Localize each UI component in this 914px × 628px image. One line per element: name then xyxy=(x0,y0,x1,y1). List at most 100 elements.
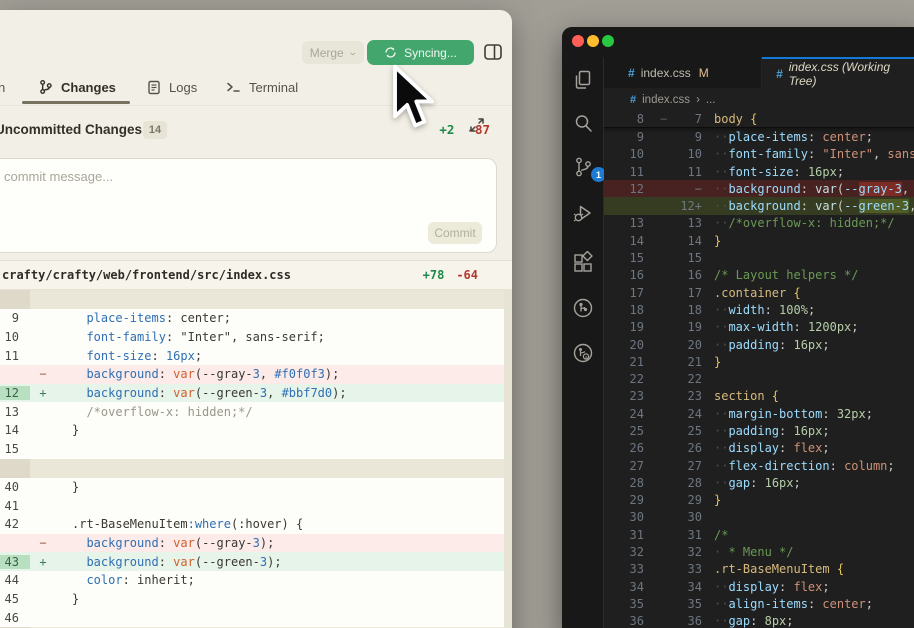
commit-message-input[interactable] xyxy=(0,159,496,219)
tab-partial-left[interactable]: n xyxy=(0,68,5,106)
editor-line[interactable]: 19 19 ··max-width: 1200px; xyxy=(604,319,914,336)
diff-file-header[interactable]: crafty/crafty/web/frontend/src/index.css… xyxy=(0,260,512,290)
code-text: background: var(--green-3); xyxy=(56,555,504,569)
diff-line-removed[interactable]: − background: var(--gray-3); xyxy=(0,533,504,553)
diff-line[interactable]: 15 xyxy=(0,440,504,459)
editor-line[interactable]: 25 25 ··padding: 16px; xyxy=(604,422,914,439)
editor-line[interactable]: 34 34 ··display: flex; xyxy=(604,578,914,595)
breadcrumb-file[interactable]: index.css xyxy=(642,94,690,106)
diff-line[interactable]: 14} xyxy=(0,421,504,440)
breadcrumb[interactable]: # index.css › ... xyxy=(604,88,914,111)
extensions-icon[interactable] xyxy=(571,251,595,275)
code-token: : xyxy=(779,441,794,456)
diff-line[interactable]: 45} xyxy=(0,590,504,609)
minimize-window-button[interactable] xyxy=(587,35,599,47)
panel-toggle-icon[interactable] xyxy=(483,42,503,62)
editor-line-removed[interactable]: 12 −··background: var(--gray-3, #f0f0f3); xyxy=(604,180,914,198)
diff-line[interactable]: 42 .rt-BaseMenuItem:where(:hover) { xyxy=(0,515,504,534)
editor-line[interactable]: 11 11 ··font-size: 16px; xyxy=(604,163,914,180)
run-debug-icon[interactable] xyxy=(571,201,595,225)
explorer-icon[interactable] xyxy=(571,68,595,92)
editor-line[interactable]: 31 31 /* xyxy=(604,526,914,543)
tab-logs[interactable]: Logs xyxy=(147,68,197,106)
code-text: .container { xyxy=(702,286,914,300)
code-token: ·· xyxy=(714,596,729,611)
code-token: : xyxy=(793,164,808,179)
editor-line[interactable]: 30 30 xyxy=(604,509,914,526)
editor-line[interactable]: 28 28 ··gap: 16px; xyxy=(604,474,914,491)
changes-count-badge: 14 xyxy=(143,121,167,139)
tab-terminal[interactable]: Terminal xyxy=(226,68,298,106)
code-token: : xyxy=(807,147,823,162)
editor-line[interactable]: 13 13 ··/*overflow-x: hidden;*/ xyxy=(604,215,914,232)
editor-line[interactable]: 27 27 ··flex-direction: column; xyxy=(604,457,914,474)
editor-line[interactable]: 32 32 · * Menu */ xyxy=(604,543,914,560)
editor-line[interactable]: 20 20 ··padding: 16px; xyxy=(604,336,914,353)
editor-line[interactable]: 18 18 ··width: 100%; xyxy=(604,301,914,318)
diff-line[interactable]: 46 xyxy=(0,608,504,627)
diff-line[interactable]: 13 /*overflow-x: hidden;*/ xyxy=(0,402,504,421)
editor-line[interactable]: 14 14} xyxy=(604,232,914,249)
diff-line[interactable]: 44 color: inherit; xyxy=(0,571,504,590)
original-line-number: 35 xyxy=(629,596,644,611)
tab-index-css-working-tree[interactable]: # index.css (Working Tree) xyxy=(762,57,914,88)
code-token: (:hover) { xyxy=(230,517,304,532)
diff-line[interactable]: 41 xyxy=(0,496,504,515)
editor-line[interactable]: 29 29} xyxy=(604,492,914,509)
diff-scrollbar-gutter[interactable] xyxy=(504,290,512,628)
editor-line[interactable]: 1010··font-family: "Inter", sans-serif; xyxy=(604,146,914,163)
editor-line[interactable]: 35 35 ··align-items: center; xyxy=(604,595,914,612)
code-token: ); xyxy=(332,386,347,401)
sticky-scroll-line[interactable]: 8−7 body { xyxy=(604,111,914,129)
original-line-number: 29 xyxy=(629,493,644,508)
editor-line-added[interactable]: 12+··background: var(--green-3, #bbf7d0)… xyxy=(604,197,914,215)
code-token: place-items xyxy=(86,311,166,326)
editor-line[interactable]: 33 33 .rt-BaseMenuItem { xyxy=(604,561,914,578)
gitlens-inspect-icon[interactable]: a xyxy=(571,341,595,365)
editor-line[interactable]: 36 36 ··gap: 8px; xyxy=(604,613,914,628)
line-number-text: 10 xyxy=(687,147,702,162)
search-icon[interactable] xyxy=(571,111,595,135)
diff-line-removed[interactable]: − background: var(--gray-3, #f0f0f3); xyxy=(0,365,504,384)
expand-icon[interactable] xyxy=(468,116,486,134)
editor-line[interactable]: 21 21} xyxy=(604,353,914,370)
editor-line[interactable]: 23 23 section { xyxy=(604,388,914,405)
original-line-number: 13 xyxy=(629,216,644,231)
breadcrumb-more[interactable]: ... xyxy=(706,94,716,106)
code-token: : xyxy=(829,458,845,473)
gitlens-icon[interactable] xyxy=(571,296,595,320)
line-number-text: 28 xyxy=(687,475,702,490)
diff-line-added[interactable]: 12 + background: var(--green-3, #bbf7d0); xyxy=(0,383,504,403)
editor-line[interactable]: 9 9 ··place-items: center; xyxy=(604,128,914,145)
editor-line[interactable]: 22 22 xyxy=(604,370,914,387)
editor-line[interactable]: 15 15 xyxy=(604,249,914,266)
editor-line[interactable]: 16 16 /* Layout helpers */ xyxy=(604,267,914,284)
line-number: 41 xyxy=(4,498,19,513)
css-file-icon: # xyxy=(628,65,635,80)
diff-line[interactable]: 11 font-size: 16px; xyxy=(0,346,504,365)
diff-line-added[interactable]: 43 + background: var(--green-3); xyxy=(0,552,504,571)
code-token: ·· xyxy=(714,147,729,162)
diff-line[interactable]: 9 place-items: center; xyxy=(0,309,504,328)
close-window-button[interactable] xyxy=(572,35,584,47)
hunk-separator-gutter xyxy=(0,290,30,309)
code-text: background: var(--green-3, #bbf7d0); xyxy=(56,386,504,400)
editor-line[interactable]: 24 24 ··margin-bottom: 32px; xyxy=(604,405,914,422)
maximize-window-button[interactable] xyxy=(602,35,614,47)
syncing-button[interactable]: Syncing... xyxy=(367,40,474,65)
tab-index-css[interactable]: # index.css M xyxy=(614,57,762,88)
commit-button[interactable]: Commit xyxy=(428,222,482,244)
original-line-number: 18 xyxy=(629,302,644,317)
line-number-text: 18 xyxy=(687,302,702,317)
diff-line[interactable]: 10 font-family: "Inter", sans-serif; xyxy=(0,328,504,347)
diff-line[interactable]: 40} xyxy=(0,478,504,497)
editor-line[interactable]: 17 17 .container { xyxy=(604,284,914,301)
code-token: green-3 xyxy=(858,199,910,214)
vscode-titlebar[interactable] xyxy=(562,27,914,57)
code-token: width xyxy=(728,302,765,317)
merge-button[interactable]: Merge ⌄ xyxy=(302,41,364,64)
code-token: flex xyxy=(793,441,823,456)
editor-line[interactable]: 26 26 ··display: flex; xyxy=(604,440,914,457)
source-control-icon[interactable]: 1 xyxy=(571,155,606,182)
